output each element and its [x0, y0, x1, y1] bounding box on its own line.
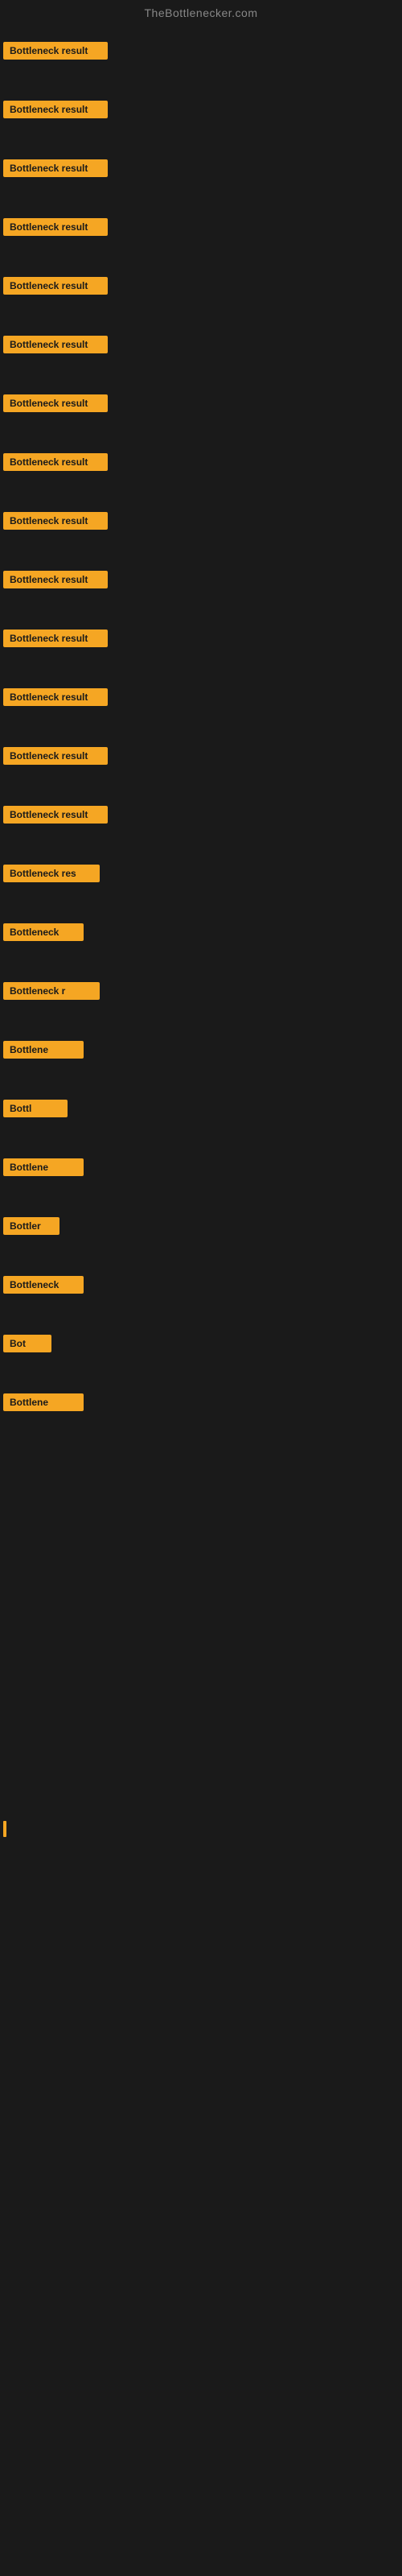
bottleneck-badge[interactable]: Bot	[3, 1335, 51, 1352]
list-item: Bottleneck result	[0, 155, 402, 184]
bottleneck-badge[interactable]: Bottleneck result	[3, 806, 108, 824]
list-item: Bottleneck res	[0, 860, 402, 890]
list-item: Bottler	[0, 1212, 402, 1242]
bottleneck-badge[interactable]: Bottleneck result	[3, 394, 108, 412]
bottleneck-badge[interactable]: Bottleneck	[3, 923, 84, 941]
bottleneck-badge[interactable]: Bottlene	[3, 1393, 84, 1411]
bottleneck-badge[interactable]: Bottleneck result	[3, 218, 108, 236]
bottleneck-badge[interactable]: Bottleneck result	[3, 453, 108, 471]
list-item: Bottleneck	[0, 1271, 402, 1301]
bottleneck-badge[interactable]: Bottleneck result	[3, 42, 108, 60]
list-item: Bottleneck	[0, 919, 402, 948]
bottleneck-badge[interactable]: Bottl	[3, 1100, 68, 1117]
bottleneck-badge[interactable]: Bottleneck res	[3, 865, 100, 882]
site-title: TheBottlenecker.com	[0, 0, 402, 23]
list-item: Bottleneck result	[0, 625, 402, 654]
bottleneck-badge[interactable]: Bottleneck result	[3, 688, 108, 706]
list-item: Bottleneck result	[0, 566, 402, 596]
list-item: Bottlene	[0, 1389, 402, 1418]
list-item: Bottleneck result	[0, 801, 402, 831]
list-item: Bottleneck result	[0, 272, 402, 302]
list-item: Bottl	[0, 1095, 402, 1125]
small-indicator	[3, 1821, 6, 1837]
bottleneck-badge[interactable]: Bottleneck result	[3, 277, 108, 295]
bottleneck-badge[interactable]: Bottler	[3, 1217, 59, 1235]
bottleneck-badge[interactable]: Bottleneck result	[3, 101, 108, 118]
list-item: Bottleneck result	[0, 448, 402, 478]
page-container: TheBottlenecker.com Bottleneck result Bo…	[0, 0, 402, 2576]
list-item: Bottleneck result	[0, 96, 402, 126]
bottleneck-badge[interactable]: Bottleneck result	[3, 630, 108, 647]
list-item: Bottleneck r	[0, 977, 402, 1007]
bottleneck-badge[interactable]: Bottleneck r	[3, 982, 100, 1000]
list-item: Bottleneck result	[0, 213, 402, 243]
bottleneck-badge[interactable]: Bottleneck result	[3, 747, 108, 765]
list-item: Bot	[0, 1330, 402, 1360]
list-item: Bottlene	[0, 1036, 402, 1066]
bottleneck-badge[interactable]: Bottleneck result	[3, 336, 108, 353]
list-item: Bottlene	[0, 1154, 402, 1183]
bottleneck-badge[interactable]: Bottleneck result	[3, 512, 108, 530]
bottleneck-badge[interactable]: Bottleneck result	[3, 571, 108, 588]
bottleneck-badge[interactable]: Bottleneck	[3, 1276, 84, 1294]
bottleneck-badge[interactable]: Bottlene	[3, 1158, 84, 1176]
bottleneck-badge[interactable]: Bottlene	[3, 1041, 84, 1059]
list-item: Bottleneck result	[0, 683, 402, 713]
list-item: Bottleneck result	[0, 507, 402, 537]
list-item: Bottleneck result	[0, 331, 402, 361]
list-item: Bottleneck result	[0, 37, 402, 67]
list-item: Bottleneck result	[0, 390, 402, 419]
bottleneck-badge[interactable]: Bottleneck result	[3, 159, 108, 177]
list-item: Bottleneck result	[0, 742, 402, 772]
